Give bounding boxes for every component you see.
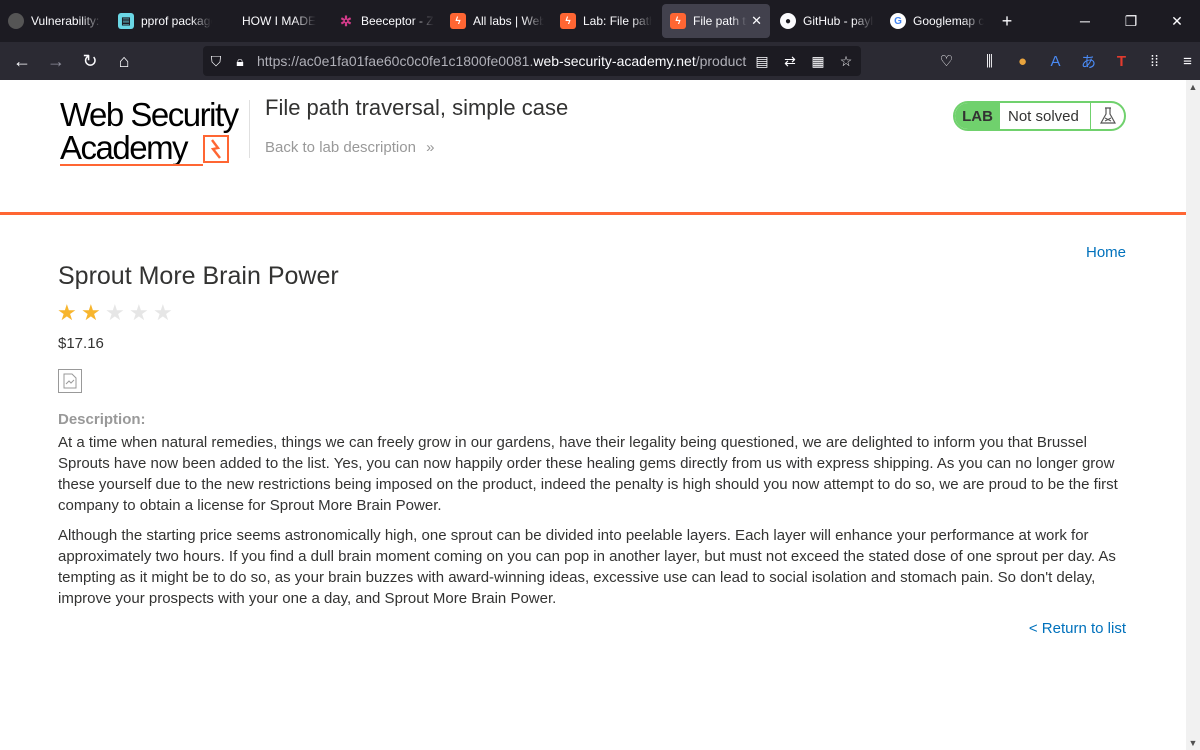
back-link-label: Back to lab description	[265, 139, 416, 156]
tab-title: All labs | Web	[473, 14, 544, 28]
tab-title: Beeceptor - Zo	[361, 14, 434, 28]
product-price: $17.16	[58, 335, 104, 352]
home-link[interactable]: Home	[1086, 244, 1126, 261]
scroll-down-icon[interactable]: ▼	[1186, 736, 1200, 750]
return-to-list-link[interactable]: < Return to list	[1029, 620, 1126, 637]
logo-underline	[60, 164, 203, 166]
home-icon[interactable]: ⌂	[107, 46, 141, 76]
star-filled-icon: ★	[57, 300, 77, 325]
scroll-up-icon[interactable]: ▲	[1186, 80, 1200, 94]
shield-icon[interactable]: ⛉	[203, 53, 229, 70]
library-icon[interactable]: ⫼	[973, 53, 1006, 70]
browser-tab[interactable]: G Googlemap cu	[882, 0, 992, 42]
browser-tab-active[interactable]: ϟ File path tra ✕	[662, 4, 770, 38]
star-empty-icon: ★	[105, 300, 125, 325]
chevron-right-icon: »	[426, 139, 435, 156]
browser-tab[interactable]: HOW I MADE	[220, 0, 330, 42]
tab-title: HOW I MADE	[242, 14, 316, 28]
lab-status-badge: LAB Not solved	[953, 101, 1126, 131]
star-rating: ★ ★ ★ ★ ★	[57, 302, 177, 324]
tab-title: File path tra	[693, 14, 747, 28]
lock-icon[interactable]: 🔒︎	[229, 53, 251, 70]
lab-title: File path traversal, simple case	[265, 95, 569, 120]
description-label: Description:	[58, 411, 146, 428]
logo-line2: Academy	[60, 129, 189, 166]
logo-bolt-icon	[203, 135, 229, 163]
header-divider	[249, 100, 250, 158]
url-suffix: /product?produ	[695, 53, 747, 69]
reader-view-icon[interactable]: ▤	[753, 53, 771, 70]
go-doc-icon: ▤	[118, 13, 134, 29]
portswigger-icon: ϟ	[450, 13, 466, 29]
logo-line1: Web Security	[60, 96, 239, 133]
back-to-lab-description-link[interactable]: Back to lab description »	[265, 139, 434, 156]
flask-icon	[1090, 103, 1124, 129]
close-tab-icon[interactable]: ✕	[751, 13, 762, 29]
url-domain: web-security-academy.net	[533, 53, 696, 69]
browser-tab[interactable]: ϟ Lab: File path	[552, 0, 660, 42]
browser-tab-strip: Vulnerability: S ▤ pprof package HOW I M…	[0, 0, 1200, 42]
google-icon: G	[890, 13, 906, 29]
translate-icon[interactable]: ⇄	[781, 53, 799, 70]
browser-tab[interactable]: Vulnerability: S	[0, 0, 110, 42]
reload-icon[interactable]: ↻	[73, 46, 107, 76]
extension-t-icon[interactable]: T	[1105, 53, 1138, 70]
description-paragraph: At a time when natural remedies, things …	[58, 434, 1118, 514]
description-paragraph: Although the starting price seems astron…	[58, 527, 1116, 607]
portswigger-icon: ϟ	[670, 13, 686, 29]
close-window-icon[interactable]: ✕	[1154, 0, 1200, 42]
web-page: Web Security Academy File path traversal…	[0, 80, 1186, 750]
forward-icon[interactable]: →	[39, 46, 73, 76]
star-empty-icon: ★	[153, 300, 173, 325]
qr-code-icon[interactable]: ▦	[809, 53, 827, 70]
tab-title: Vulnerability: S	[31, 14, 102, 28]
new-tab-button[interactable]: +	[992, 0, 1022, 42]
browser-tab[interactable]: ✲ Beeceptor - Zo	[330, 0, 442, 42]
url-bar[interactable]: ⛉ 🔒︎ https://ac0e1fa01fae60c0c0fe1c1800f…	[203, 46, 861, 76]
browser-tab[interactable]: ϟ All labs | Web	[442, 0, 552, 42]
browser-navbar: ← → ↻ ⌂ ⛉ 🔒︎ https://ac0e1fa01fae60c0c0f…	[0, 42, 1200, 80]
extensions-icon[interactable]: ⁞⁞	[1138, 53, 1171, 70]
broken-image-icon	[58, 369, 82, 393]
product-name: Sprout More Brain Power	[58, 262, 339, 290]
lab-status-text: Not solved	[1008, 107, 1079, 125]
back-icon[interactable]: ←	[5, 46, 39, 76]
translate-extension-icon[interactable]: A	[1039, 53, 1072, 70]
menu-icon[interactable]: ≡	[1171, 53, 1200, 70]
tab-title: GitHub - paylo	[803, 14, 874, 28]
ring-icon	[8, 13, 24, 29]
browser-tab[interactable]: ▤ pprof package	[110, 0, 220, 42]
extension-loca-icon[interactable]: ●	[1006, 53, 1039, 70]
beeceptor-icon: ✲	[340, 12, 352, 29]
portswigger-icon: ϟ	[560, 13, 576, 29]
lab-label: LAB	[955, 103, 1000, 129]
url-prefix: https://ac0e1fa01fae60c0c0fe1c1800fe0081…	[257, 53, 534, 69]
header-rule	[0, 212, 1186, 215]
restore-icon[interactable]: ❐	[1108, 0, 1154, 42]
tab-title: Googlemap cu	[913, 14, 984, 28]
star-empty-icon: ★	[129, 300, 149, 325]
scrollbar[interactable]: ▲ ▼	[1186, 80, 1200, 750]
pocket-icon[interactable]: ♡	[930, 52, 963, 70]
star-filled-icon: ★	[81, 300, 101, 325]
browser-tab[interactable]: ● GitHub - paylo	[772, 0, 882, 42]
bookmark-star-icon[interactable]: ☆	[837, 53, 855, 70]
tab-title: Lab: File path	[583, 14, 652, 28]
github-icon: ●	[780, 13, 796, 29]
translate-extension-2-icon[interactable]: あ	[1072, 51, 1105, 72]
web-security-academy-logo[interactable]: Web Security Academy	[60, 98, 250, 168]
tab-title: pprof package	[141, 14, 212, 28]
minimize-icon[interactable]: ─	[1062, 0, 1108, 42]
